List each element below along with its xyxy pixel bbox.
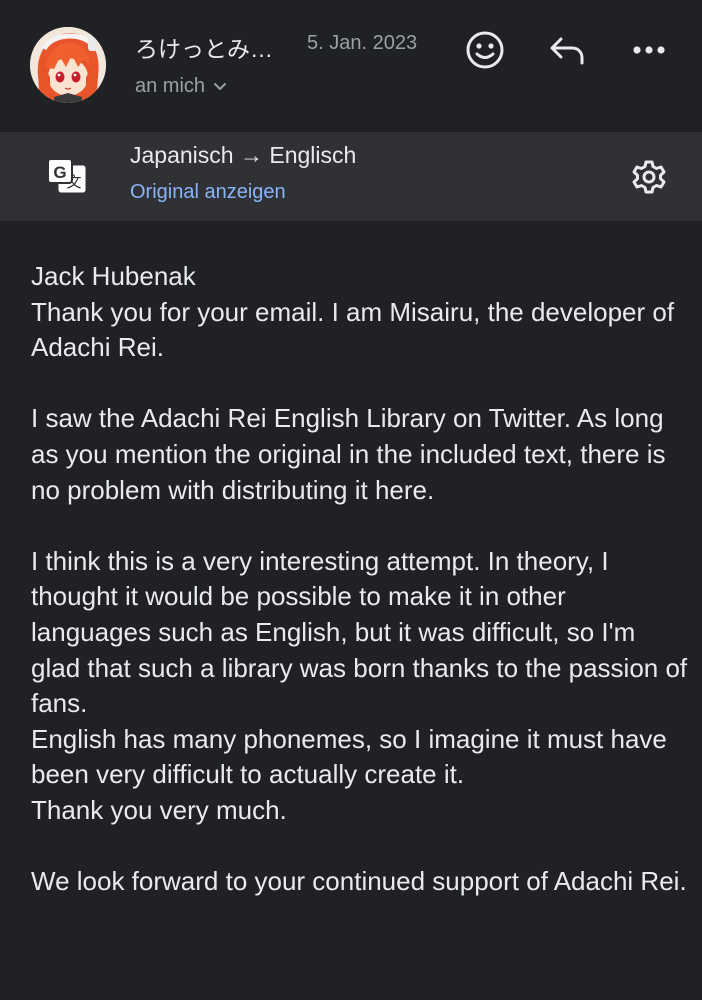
more-dots-icon [633,46,665,54]
svg-text:G: G [53,163,66,182]
email-header: ろけっとみ… 5. Jan. 2023 an mich [0,0,702,132]
chevron-down-icon [214,82,227,90]
reply-arrow-icon [550,37,584,65]
show-original-link[interactable]: Original anzeigen [130,181,286,204]
translation-language-pair: Japanisch → Englisch [130,142,357,168]
recipient-toggle[interactable]: an mich [135,75,227,98]
gear-icon [632,160,666,194]
sender-avatar[interactable] [30,27,106,103]
more-options-button[interactable] [627,28,671,72]
avatar-image [30,27,106,103]
body-paragraph: Jack Hubenak Thank you for your email. I… [31,261,675,363]
body-paragraph: I saw the Adachi Rei English Library on … [31,403,666,505]
translation-settings-button[interactable] [626,154,672,200]
email-body: Jack Hubenak Thank you for your email. I… [31,259,691,935]
body-paragraph: We look forward to your continued suppor… [31,866,687,897]
add-reaction-button[interactable] [463,28,507,72]
body-paragraph: I think this is a very interesting attem… [31,545,688,825]
recipient-label: an mich [135,75,206,97]
sender-name[interactable]: ろけっとみ… [135,30,273,64]
smiley-face-icon [466,31,504,69]
reply-button[interactable] [545,28,589,72]
google-translate-icon: 文 G [46,157,88,197]
translation-banner: 文 G Japanisch → Englisch Original anzeig… [0,132,702,221]
email-date: 5. Jan. 2023 [307,32,418,54]
